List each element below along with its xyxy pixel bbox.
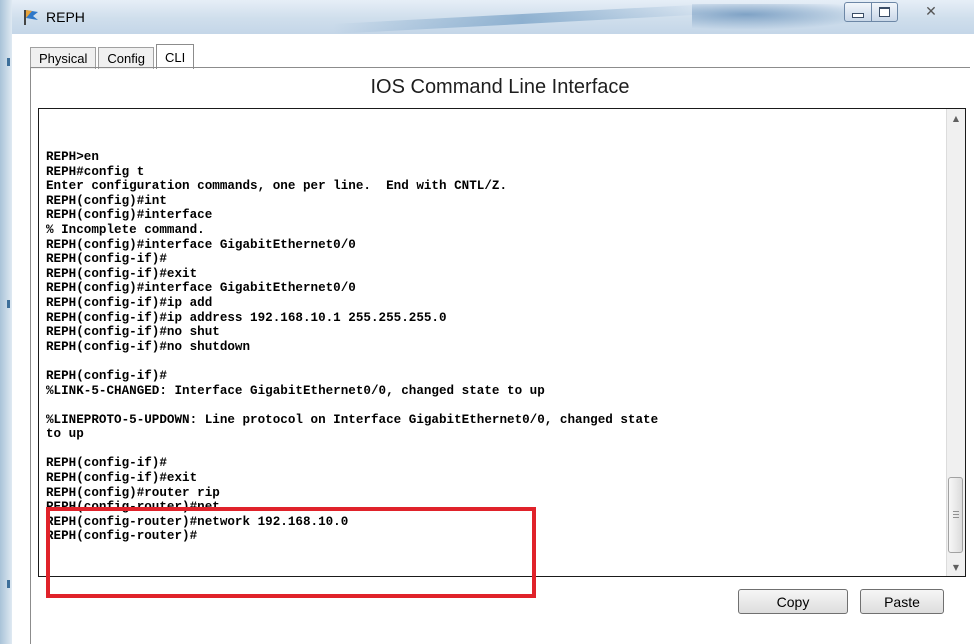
router-window: REPH ✕ Physical Config CLI IOS Command L… bbox=[12, 0, 974, 644]
console-scrollbar[interactable]: ▲ ▼ bbox=[946, 109, 965, 576]
cli-heading: IOS Command Line Interface bbox=[370, 76, 630, 98]
cli-console[interactable]: REPH>en REPH#config t Enter configuratio… bbox=[38, 108, 966, 577]
minimize-icon bbox=[852, 12, 864, 18]
title-bar[interactable]: REPH ✕ bbox=[12, 0, 974, 34]
tab-cli[interactable]: CLI bbox=[156, 44, 195, 69]
paste-button[interactable]: Paste bbox=[860, 589, 944, 614]
background-window-edge bbox=[0, 0, 12, 644]
titlebar-decoration bbox=[331, 4, 713, 34]
scroll-up-arrow-icon[interactable]: ▲ bbox=[947, 109, 965, 127]
copy-button[interactable]: Copy bbox=[738, 589, 848, 614]
close-button[interactable]: ✕ bbox=[908, 2, 954, 22]
scrollbar-thumb[interactable] bbox=[948, 477, 963, 553]
tab-physical[interactable]: Physical bbox=[30, 47, 97, 69]
scroll-down-arrow-icon[interactable]: ▼ bbox=[947, 558, 965, 576]
maximize-button[interactable] bbox=[871, 2, 898, 22]
background-marker bbox=[7, 58, 10, 66]
tab-config[interactable]: Config bbox=[98, 47, 154, 69]
close-icon: ✕ bbox=[925, 4, 937, 20]
maximize-icon bbox=[879, 7, 890, 17]
thumb-grip bbox=[953, 511, 959, 512]
background-marker bbox=[7, 580, 10, 588]
tab-bar: Physical Config CLI bbox=[30, 44, 195, 69]
console-output[interactable]: REPH>en REPH#config t Enter configuratio… bbox=[46, 150, 658, 544]
router-flag-icon bbox=[24, 10, 38, 25]
minimize-button[interactable] bbox=[844, 2, 872, 22]
window-title: REPH bbox=[46, 9, 85, 25]
background-marker bbox=[7, 300, 10, 308]
thumb-grip bbox=[953, 514, 959, 515]
thumb-grip bbox=[953, 517, 959, 518]
